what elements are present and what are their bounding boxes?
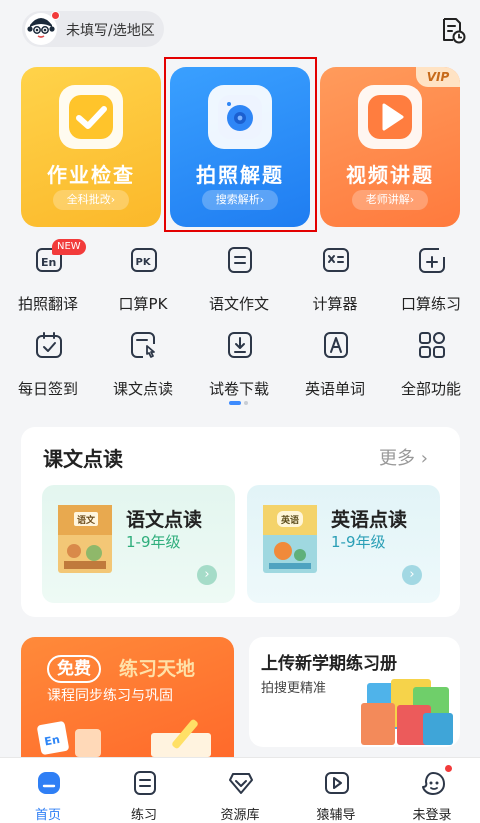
stationery-illustration-icon: En <box>37 719 211 757</box>
practice-world-banner[interactable]: 免费 练习天地 课程同步练习与巩固 En <box>21 637 234 757</box>
tool-label: 试卷下载 <box>208 380 269 398</box>
upload-workbook-banner[interactable]: 上传新学期练习册 拍搜更精准 <box>249 637 460 747</box>
card-title: 语文点读 <box>126 509 203 531</box>
card-pill: 全科批改› <box>53 190 129 210</box>
tool-label: 计算器 <box>312 295 358 313</box>
tab-label: 资源库 <box>220 808 260 823</box>
english-reading-card[interactable]: 英语 英语点读 1-9年级 › <box>247 485 440 603</box>
touch-read-icon <box>131 332 155 358</box>
download-icon <box>228 332 252 358</box>
svg-text:PK: PK <box>136 257 152 268</box>
play-tab-icon <box>325 772 349 794</box>
location-selector[interactable]: 未填写/选地区 <box>22 11 164 47</box>
notification-dot <box>51 11 60 20</box>
tool-mental-math-practice[interactable]: 口算练习 <box>391 245 471 315</box>
tool-label: 口算练习 <box>400 295 461 313</box>
banner-subtitle: 课程同步练习与巩固 <box>47 688 173 704</box>
diamond-icon <box>229 773 253 794</box>
free-tag: 免费 <box>47 655 101 683</box>
top-header: 未填写/选地区 <box>0 0 480 60</box>
card-title: 英语点读 <box>331 509 408 531</box>
letter-a-icon <box>324 332 348 358</box>
tool-mental-math-pk[interactable]: PK 口算PK <box>103 245 183 315</box>
tab-yuanfudao[interactable]: 猿辅导 <box>288 758 384 823</box>
workbook-stack-illustration-icon <box>361 679 453 745</box>
card-pill: 老师讲解› <box>352 190 428 210</box>
cover-text: 英语 <box>280 514 299 526</box>
selection-highlight-box <box>164 57 317 232</box>
profile-icon <box>422 772 445 795</box>
calculator-icon <box>323 248 349 272</box>
practice-tab-icon <box>134 771 156 795</box>
chinese-book-cover: 语文 <box>58 505 112 573</box>
checkmark-icon <box>59 85 123 149</box>
tab-label: 练习 <box>130 808 157 823</box>
svg-text:En: En <box>43 733 60 748</box>
grade-range: 1-9年级 <box>331 533 386 551</box>
tool-calculator[interactable]: 计算器 <box>295 245 375 315</box>
tool-label: 全部功能 <box>400 380 461 398</box>
play-icon <box>358 85 422 149</box>
mascot-avatar[interactable] <box>25 11 60 45</box>
pk-icon: PK <box>131 248 157 272</box>
tool-label: 课文点读 <box>112 380 173 398</box>
tab-label: 未登录 <box>412 808 452 823</box>
notification-dot <box>444 764 453 773</box>
banner-subtitle: 拍搜更精准 <box>261 681 327 696</box>
vip-badge: VIP <box>416 67 460 87</box>
tool-exam-download[interactable]: 试卷下载 <box>199 330 279 400</box>
tab-label: 首页 <box>34 808 61 823</box>
tool-all-features[interactable]: 全部功能 <box>391 330 471 400</box>
cover-text: 语文 <box>77 514 96 526</box>
banner-title: 练习天地 <box>119 658 196 680</box>
tool-label: 英语单词 <box>304 380 365 398</box>
tab-resources[interactable]: 资源库 <box>192 758 288 823</box>
section-title: 课文点读 <box>43 447 123 471</box>
banner-title: 上传新学期练习册 <box>261 654 397 674</box>
history-record-icon[interactable] <box>440 16 466 44</box>
tool-english-words[interactable]: 英语单词 <box>295 330 375 400</box>
chevron-right-icon: › <box>402 565 422 585</box>
tab-label: 猿辅导 <box>316 808 356 823</box>
tool-daily-checkin[interactable]: 每日签到 <box>8 330 88 400</box>
text-reading-section: 课文点读 更多 › 语文 语文点读 1-9年级 › 英语 英语点读 1-9年级 … <box>21 427 460 617</box>
practice-icon <box>419 248 445 273</box>
more-link[interactable]: 更多 › <box>379 444 428 470</box>
video-explain-card[interactable]: VIP 视频讲题 老师讲解› <box>320 67 460 227</box>
bottom-tab-bar: 首页 练习 资源库 猿辅导 未登录 <box>0 757 480 823</box>
page-dot-active <box>229 401 241 405</box>
tool-label: 拍照翻译 <box>17 295 78 313</box>
card-title: 作业检查 <box>47 163 135 187</box>
tool-chinese-essay[interactable]: 语文作文 <box>199 245 279 315</box>
tool-label: 每日签到 <box>17 380 78 398</box>
page-indicator <box>229 401 248 405</box>
tool-label: 语文作文 <box>208 295 269 313</box>
card-title: 视频讲题 <box>346 163 434 187</box>
page-dot <box>244 401 248 405</box>
svg-text:En: En <box>41 256 56 269</box>
tool-photo-translate[interactable]: En NEW 拍照翻译 <box>8 239 88 315</box>
tab-practice[interactable]: 练习 <box>96 758 192 823</box>
grade-range: 1-9年级 <box>126 533 181 551</box>
tab-login[interactable]: 未登录 <box>384 758 480 823</box>
homework-check-card[interactable]: 作业检查 全科批改› <box>21 67 161 227</box>
tool-text-reading[interactable]: 课文点读 <box>103 330 183 400</box>
english-book-cover: 英语 <box>263 505 317 573</box>
home-icon <box>38 772 60 794</box>
grid-icon <box>419 332 445 358</box>
chinese-reading-card[interactable]: 语文 语文点读 1-9年级 › <box>42 485 235 603</box>
tool-label: 口算PK <box>118 295 168 313</box>
chevron-right-icon: › <box>197 565 217 585</box>
calendar-check-icon <box>36 332 62 358</box>
tab-home[interactable]: 首页 <box>0 758 96 823</box>
new-badge: NEW <box>52 239 86 255</box>
essay-icon <box>228 247 252 273</box>
location-text: 未填写/选地区 <box>66 23 155 39</box>
